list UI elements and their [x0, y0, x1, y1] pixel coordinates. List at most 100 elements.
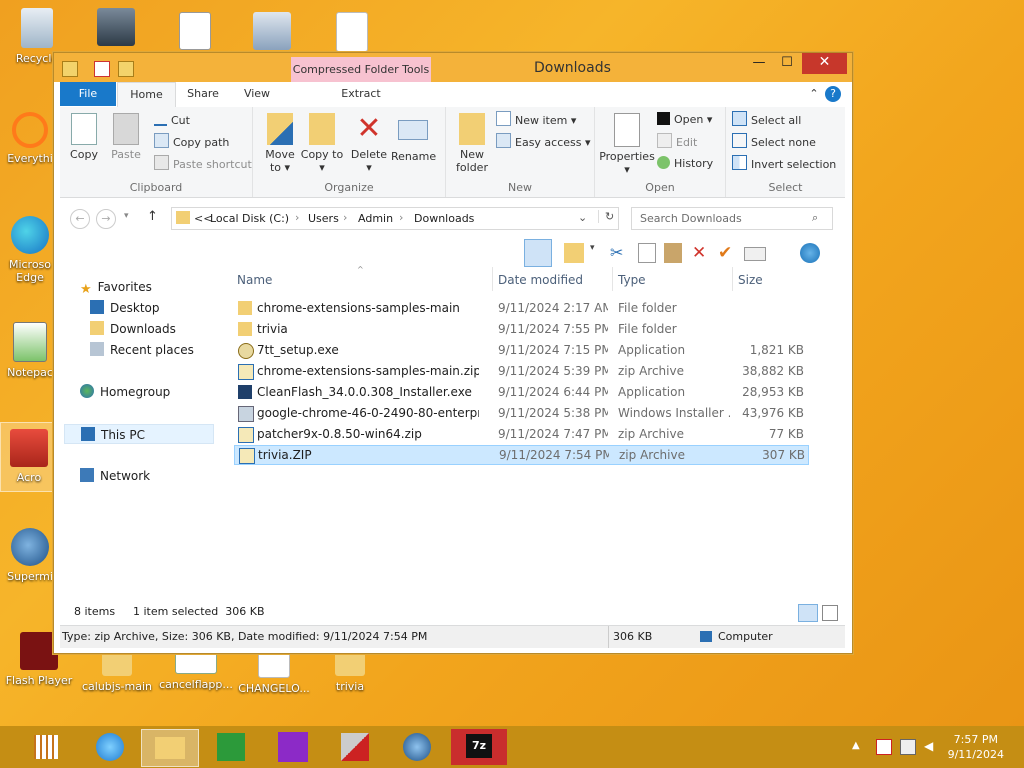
folder-options-icon[interactable] — [564, 243, 584, 263]
invert-selection-button[interactable]: Invert selection — [732, 155, 836, 173]
taskbar-search-icon[interactable] — [265, 729, 321, 765]
move-to-button[interactable]: Move to ▾ — [258, 113, 302, 174]
breadcrumb-local-disk[interactable]: Local Disk (C:) — [210, 212, 289, 225]
desktop-icon-notepad[interactable]: Notepac — [4, 322, 56, 379]
desktop-icon-settings[interactable] — [240, 12, 304, 54]
forward-button[interactable]: → — [96, 209, 116, 229]
minimize-button[interactable]: — — [746, 53, 772, 74]
more-options-icon[interactable] — [800, 243, 820, 263]
collapse-ribbon-icon[interactable]: ⌃ — [806, 82, 822, 106]
column-divider[interactable] — [492, 267, 493, 291]
column-size[interactable]: Size — [738, 273, 763, 287]
delete-button[interactable]: ✕ Delete ▾ — [347, 113, 391, 175]
nav-downloads[interactable]: Downloads — [90, 319, 176, 339]
address-dropdown-icon[interactable]: ⌄ — [578, 211, 587, 224]
quick-access-properties-icon[interactable] — [62, 61, 78, 77]
maximize-button[interactable]: ☐ — [774, 53, 800, 74]
easy-access-button[interactable]: Easy access ▾ — [496, 133, 591, 151]
refresh-icon[interactable]: ↻ — [598, 210, 614, 223]
tab-file[interactable]: File — [60, 82, 116, 106]
large-icons-view-icon[interactable] — [822, 605, 838, 621]
desktop-icon-cancelflapp[interactable]: cancelflapp... — [156, 650, 236, 691]
edit-button[interactable]: Edit — [657, 133, 697, 151]
breadcrumb-admin[interactable]: Admin — [358, 212, 393, 225]
paste-shortcut-button[interactable]: Paste shortcut — [154, 155, 252, 173]
file-row-selected[interactable]: trivia.ZIP 9/11/2024 7:54 PM zip Archive… — [234, 445, 809, 465]
action-center-icon[interactable] — [876, 739, 892, 755]
copy-icon[interactable] — [638, 243, 656, 263]
nav-recent-places[interactable]: Recent places — [90, 340, 194, 360]
desktop-icon-calubjs[interactable]: calubjs-main — [80, 650, 154, 693]
column-name[interactable]: Name — [237, 273, 272, 287]
desktop-icon-acrobat[interactable]: Acro — [0, 422, 58, 492]
file-row[interactable]: google-chrome-46-0-2490-80-enterprise...… — [234, 403, 807, 423]
taskbar-explorer-icon[interactable] — [141, 729, 199, 767]
tab-extract[interactable]: Extract — [291, 82, 431, 106]
desktop-icon-toolbox[interactable] — [84, 8, 148, 50]
address-bar[interactable]: << Local Disk (C:) › Users › Admin › Dow… — [171, 207, 619, 230]
properties-button[interactable]: Properties ▾ — [597, 113, 657, 176]
history-button[interactable]: History — [657, 155, 713, 173]
help-icon[interactable]: ? — [825, 86, 841, 102]
desktop-icon-trivia[interactable]: trivia — [318, 650, 382, 693]
delete-icon[interactable]: ✕ — [692, 243, 712, 263]
nav-homegroup[interactable]: Homegroup — [80, 382, 170, 402]
taskbar-ie-icon[interactable] — [82, 729, 138, 765]
copy-path-button[interactable]: Copy path — [154, 133, 229, 151]
tab-home[interactable]: Home — [117, 82, 176, 108]
start-icon[interactable] — [18, 729, 74, 765]
search-box[interactable]: Search Downloads ⌕ — [631, 207, 833, 230]
recent-locations-icon[interactable]: ▾ — [124, 211, 129, 221]
open-button[interactable]: Open ▾ — [657, 111, 712, 129]
up-button[interactable]: ↑ — [147, 209, 158, 224]
taskbar-tool-icon[interactable] — [327, 729, 383, 765]
desktop-icon-everything[interactable]: Everythi — [4, 112, 56, 165]
nav-desktop[interactable]: Desktop — [90, 298, 160, 318]
tab-share[interactable]: Share — [178, 82, 228, 106]
nav-network[interactable]: Network — [80, 466, 150, 486]
select-all-button[interactable]: Select all — [732, 111, 801, 129]
volume-icon[interactable]: ◀ — [924, 739, 938, 753]
search-input[interactable]: Search Downloads — [640, 212, 742, 225]
nav-favorites[interactable]: ★ Favorites — [80, 277, 152, 297]
column-type[interactable]: Type — [618, 273, 646, 287]
file-row[interactable]: CleanFlash_34.0.0.308_Installer.exe 9/11… — [234, 382, 807, 402]
desktop-icon-changelog[interactable]: CHANGELO... — [236, 650, 312, 695]
breadcrumb-downloads[interactable]: Downloads — [414, 212, 474, 225]
tab-view[interactable]: View — [232, 82, 282, 106]
preview-pane-icon[interactable] — [524, 239, 552, 267]
clock[interactable]: 7:57 PM 9/11/2024 — [948, 732, 1004, 762]
column-date-modified[interactable]: Date modified — [498, 273, 583, 287]
cut-icon[interactable]: ✂ — [610, 243, 630, 263]
quick-access-folder-icon[interactable] — [118, 61, 134, 77]
column-divider[interactable] — [732, 267, 733, 291]
check-icon[interactable]: ✔ — [718, 243, 738, 263]
new-item-button[interactable]: New item ▾ — [496, 111, 576, 129]
copy-to-button[interactable]: Copy to ▾ — [300, 113, 344, 174]
paste-icon[interactable] — [664, 243, 682, 263]
paste-button[interactable]: Paste — [104, 113, 148, 161]
dropdown-icon[interactable]: ▾ — [590, 243, 600, 263]
new-folder-button[interactable]: New folder — [450, 113, 494, 174]
taskbar-7zip-icon[interactable]: 7z — [451, 729, 507, 765]
close-button[interactable]: ✕ — [802, 53, 847, 74]
taskbar-store-icon[interactable] — [203, 729, 259, 765]
desktop-icon-edge[interactable]: Microso Edge — [4, 216, 56, 284]
title-bar[interactable]: Compressed Folder Tools Downloads — ☐ ✕ — [54, 53, 852, 82]
select-none-button[interactable]: Select none — [732, 133, 816, 151]
column-divider[interactable] — [612, 267, 613, 291]
network-tray-icon[interactable] — [900, 739, 916, 755]
breadcrumb-users[interactable]: Users — [308, 212, 339, 225]
nav-this-pc[interactable]: This PC — [64, 424, 214, 444]
rename-icon[interactable] — [744, 247, 766, 261]
show-hidden-icons[interactable]: ▲ — [852, 740, 860, 751]
desktop-icon-image[interactable] — [163, 12, 227, 54]
details-view-icon[interactable] — [798, 604, 818, 622]
desktop-icon-supermium[interactable]: Supermi — [4, 528, 56, 583]
rename-button[interactable]: Rename — [391, 113, 436, 163]
back-button[interactable]: ← — [70, 209, 90, 229]
file-row[interactable]: patcher9x-0.8.50-win64.zip 9/11/2024 7:4… — [234, 424, 807, 444]
copy-button[interactable]: Copy — [62, 113, 106, 161]
quick-access-new-icon[interactable] — [94, 61, 110, 77]
file-row[interactable]: chrome-extensions-samples-main.zip 9/11/… — [234, 361, 807, 381]
